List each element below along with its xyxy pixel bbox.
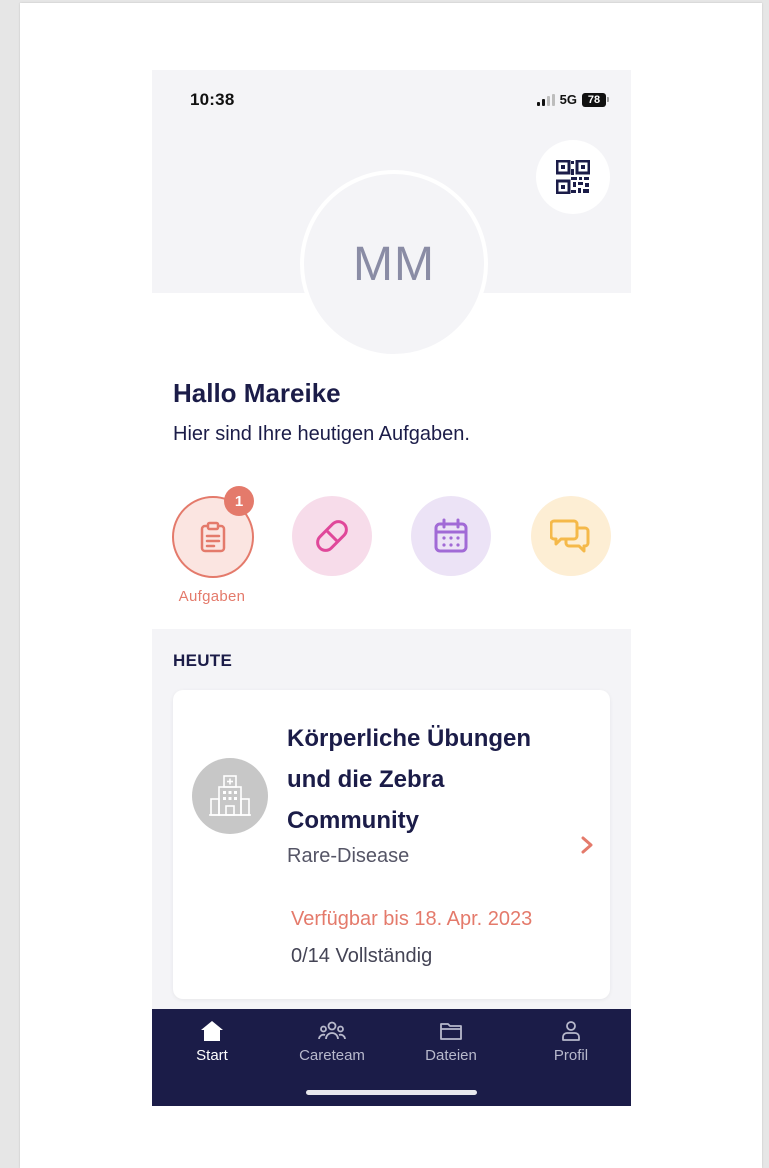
person-icon [562, 1021, 580, 1041]
medication-button[interactable] [292, 496, 372, 576]
card-title: Körperliche Übungen und die Zebra Commun… [287, 725, 532, 834]
tasks-badge: 1 [224, 486, 254, 516]
clipboard-icon [200, 521, 226, 553]
pill-icon [316, 520, 348, 552]
today-section: HEUTE Körperliche Übungen und die Zebra … [152, 629, 631, 1009]
tab-label: Careteam [299, 1047, 365, 1064]
qr-code-button[interactable] [536, 140, 610, 214]
tab-dateien[interactable]: Dateien [391, 1019, 511, 1064]
network-type: 5G [559, 92, 577, 107]
folder-icon [440, 1023, 462, 1040]
avatar[interactable]: MM [300, 170, 488, 358]
messages-button[interactable] [531, 496, 611, 576]
tab-label: Profil [553, 1047, 589, 1064]
team-icon [318, 1021, 346, 1040]
greeting-title: Hallo Mareike [173, 378, 341, 408]
card-organization: Rare-Disease [287, 845, 410, 867]
section-title: HEUTE [173, 651, 233, 670]
tab-label: Dateien [425, 1047, 477, 1064]
card-avatar [192, 758, 268, 834]
task-card[interactable]: Körperliche Übungen und die Zebra Commun… [173, 690, 610, 999]
tab-bar: Start Careteam Dateien Profil [152, 1009, 631, 1106]
app-screen: 10:38 5G 78 MM Hallo Mareike Hier sind I… [152, 70, 631, 1106]
status-time: 10:38 [190, 90, 235, 109]
tab-label: Start [196, 1047, 228, 1064]
status-indicators: 5G 78 [536, 92, 609, 107]
card-progress: 0/14 Vollständig [291, 945, 433, 967]
calendar-icon [434, 518, 468, 553]
tab-profil[interactable]: Profil [511, 1019, 631, 1064]
card-availability: Verfügbar bis 18. Apr. 2023 [291, 908, 533, 930]
qr-code-icon [556, 160, 590, 194]
chevron-right-icon[interactable] [577, 835, 597, 855]
home-icon [201, 1021, 223, 1041]
tab-start[interactable]: Start [152, 1019, 272, 1064]
chat-bubbles-icon [550, 519, 590, 553]
greeting-subtitle: Hier sind Ihre heutigen Aufgaben. [173, 423, 470, 445]
calendar-button[interactable] [411, 496, 491, 576]
signal-icon [536, 93, 555, 106]
home-indicator[interactable] [306, 1090, 477, 1095]
hospital-building-icon [209, 775, 251, 816]
battery-level: 78 [582, 92, 606, 107]
avatar-initials: MM [353, 237, 435, 291]
tab-careteam[interactable]: Careteam [272, 1019, 392, 1064]
battery-icon: 78 [582, 92, 609, 107]
tasks-label: Aufgaben [178, 588, 246, 605]
